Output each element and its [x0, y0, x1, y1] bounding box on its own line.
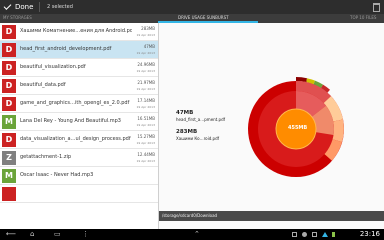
clock: 23:16 [359, 230, 380, 238]
sunburst-label-name: Хашими Ко…roid.pdf [176, 136, 220, 141]
music-file-icon: M [2, 115, 16, 129]
list-item[interactable]: D game_and_graphics…ith_opengl_es_2.0.pd… [0, 95, 158, 113]
download-icon [312, 232, 317, 237]
file-date: 19 Apr 2013 [136, 69, 155, 73]
file-date: 19 Apr 2013 [136, 141, 155, 145]
pdf-file-icon: D [2, 25, 16, 39]
list-item[interactable]: D beautiful_data.pdf 21.97MB 19 Apr 2013 [0, 77, 158, 95]
wifi-icon [322, 232, 328, 237]
pdf-file-icon [2, 187, 16, 201]
list-item[interactable]: D data_visualization_a…ul_design_process… [0, 131, 158, 149]
pdf-file-icon: D [2, 97, 16, 111]
path-bar: /storage/sdcard0/Download [159, 211, 384, 221]
list-item[interactable] [0, 185, 158, 203]
tab-my-storages[interactable]: MY STORAGES [3, 14, 32, 23]
file-size: 21.97MB [137, 80, 155, 85]
file-size: 15.27MB [137, 134, 155, 139]
pdf-file-icon: D [2, 61, 16, 75]
list-item[interactable]: Z getattachment-1.zip 12.44MB 19 Apr 201… [0, 149, 158, 167]
sunburst-label-size: 47MB [176, 110, 194, 116]
pdf-file-icon: D [2, 133, 16, 147]
up-chevron-icon[interactable]: ⌃ [194, 231, 200, 238]
pdf-file-icon: D [2, 79, 16, 93]
done-label: Done [15, 3, 34, 11]
action-bar-divider [39, 2, 40, 12]
done-button[interactable]: Done [3, 0, 34, 14]
file-name: Oscar Isaac - Never Had.mp3 [20, 172, 94, 178]
file-date: 19 Apr 2013 [136, 105, 155, 109]
action-bar: Done 2 selected [0, 0, 384, 14]
file-name: Lana Del Rey - Young And Beautiful.mp3 [20, 118, 121, 124]
file-date: 19 Apr 2013 [136, 33, 155, 37]
tab-bar: MY STORAGES DRIVE USAGE SUNBURST TOP 10 … [0, 14, 384, 23]
selected-count: 2 selected [47, 4, 73, 10]
file-name: beautiful_data.pdf [20, 82, 66, 88]
file-size: 283MB [141, 26, 155, 31]
back-icon[interactable]: ⟵ [6, 231, 16, 238]
list-item[interactable]: D head_first_android_development.pdf 47M… [0, 41, 158, 59]
home-icon[interactable]: ⌂ [30, 231, 34, 238]
file-name: getattachment-1.zip [20, 154, 72, 160]
file-name: head_first_android_development.pdf [20, 46, 112, 52]
pdf-file-icon: D [2, 43, 16, 57]
sunburst-center-label: 455MB [288, 125, 308, 131]
sunburst-panel: 455MB 47MB head_first_a…pment.pdf 283MB … [159, 23, 384, 229]
list-item[interactable]: M Oscar Isaac - Never Had.mp3 [0, 167, 158, 185]
trash-icon[interactable] [373, 3, 380, 12]
archive-file-icon: Z [2, 151, 16, 165]
list-item[interactable]: D Хашими Коматнение…ения для Android.pdf… [0, 23, 158, 41]
sunburst-label-name: head_first_a…pment.pdf [176, 117, 226, 122]
music-file-icon: M [2, 169, 16, 183]
system-navigation-bar: ⟵ ⌂ ▭ ⋮ ⌃ 23:16 [0, 229, 384, 240]
tab-top-10-files[interactable]: TOP 10 FILES [350, 14, 376, 23]
check-icon [3, 2, 12, 10]
file-name: beautiful_visualization.pdf [20, 64, 86, 70]
file-name: game_and_graphics…ith_opengl_es_2.0.pdf [20, 100, 130, 106]
file-date: 19 Apr 2013 [136, 123, 155, 127]
recent-apps-icon[interactable]: ▭ [54, 231, 61, 238]
file-name: Хашими Коматнение…ения для Android.pdf [20, 28, 132, 34]
file-date: 19 Apr 2013 [136, 87, 155, 91]
list-item[interactable]: M Lana Del Rey - Young And Beautiful.mp3… [0, 113, 158, 131]
menu-icon[interactable]: ⋮ [82, 231, 89, 238]
list-item[interactable]: D beautiful_visualization.pdf 24.96MB 19… [0, 59, 158, 77]
notification-icon [302, 232, 307, 237]
screenshot-notification-icon [292, 232, 297, 237]
file-list: D Хашими Коматнение…ения для Android.pdf… [0, 23, 158, 229]
file-size: 17.14MB [137, 98, 155, 103]
file-date: 19 Apr 2013 [136, 159, 155, 163]
file-date: 19 Apr 2013 [136, 51, 155, 55]
file-size: 16.51MB [137, 116, 155, 121]
sunburst-label-size: 283MB [176, 129, 198, 135]
file-size: 24.96MB [137, 62, 155, 67]
file-size: 47MB [143, 44, 155, 49]
file-size: 12.44MB [137, 152, 155, 157]
battery-icon [332, 232, 335, 237]
file-name: data_visualization_a…ul_design_process.p… [20, 136, 131, 142]
